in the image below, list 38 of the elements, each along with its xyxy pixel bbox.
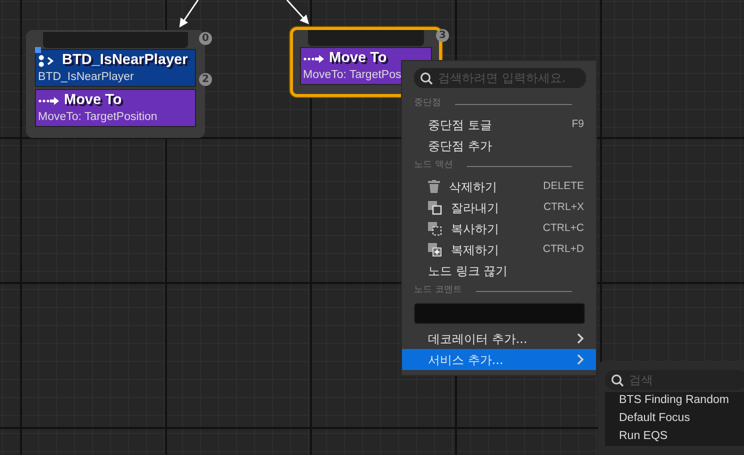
decorator-marker-icon xyxy=(35,47,41,53)
dotted-arrow-icon xyxy=(38,96,60,106)
menu-item[interactable]: 중단점 추가 xyxy=(402,135,596,156)
execution-index: 3 xyxy=(436,29,449,42)
section-heading: 노드 액션 xyxy=(414,159,453,172)
menu-item[interactable]: 복제하기 CTRL+D xyxy=(402,239,596,260)
menu-item[interactable]: BTS Finding Random xyxy=(605,392,744,410)
plus-square-icon xyxy=(428,242,442,256)
chevron-right-icon xyxy=(577,333,584,344)
node-subtitle: MoveTo: TargetPosition xyxy=(38,110,158,124)
comment-field[interactable] xyxy=(414,303,585,324)
connection-arrow xyxy=(179,0,199,28)
dashed-square-icon xyxy=(428,222,442,236)
menu-item[interactable]: 중단점 토글 F9 xyxy=(402,114,596,135)
chevron-right-icon xyxy=(577,354,584,365)
node-title: BTD_IsNearPlayer xyxy=(62,51,188,70)
section-heading: 중단점 xyxy=(414,97,441,110)
node-subtitle: MoveTo: TargetPos xyxy=(303,68,402,82)
menu-item[interactable]: Default Focus xyxy=(605,410,744,428)
trash-icon xyxy=(428,180,440,193)
node-title: Move To xyxy=(64,91,122,110)
menu-item[interactable]: 데코레이터 추가... xyxy=(402,328,596,349)
menu-item[interactable]: 잘라내기 CTRL+X xyxy=(402,197,596,218)
node-title: Move To xyxy=(329,49,387,68)
connection-arrow xyxy=(286,0,310,24)
menu-item[interactable]: 서비스 추가... xyxy=(402,349,596,370)
execution-index: 0 xyxy=(199,32,212,45)
menu-item[interactable]: Run EQS xyxy=(605,428,744,446)
dotted-arrow-icon xyxy=(303,54,325,64)
menu-item[interactable]: 복사하기 CTRL+C xyxy=(402,218,596,239)
menu-item[interactable]: 삭제하기 DELETE xyxy=(402,176,596,197)
overlapping-squares-icon xyxy=(428,200,442,214)
execution-index: 2 xyxy=(199,73,212,86)
node-subtitle: BTD_IsNearPlayer xyxy=(38,70,135,84)
menu-item[interactable]: 노드 링크 끊기 xyxy=(402,260,596,281)
decorator-block[interactable]: BTD_IsNearPlayer BTD_IsNearPlayer xyxy=(35,49,196,87)
section-heading: 노드 코멘트 xyxy=(414,284,462,298)
task-block[interactable]: Move To MoveTo: TargetPosition xyxy=(35,89,196,127)
